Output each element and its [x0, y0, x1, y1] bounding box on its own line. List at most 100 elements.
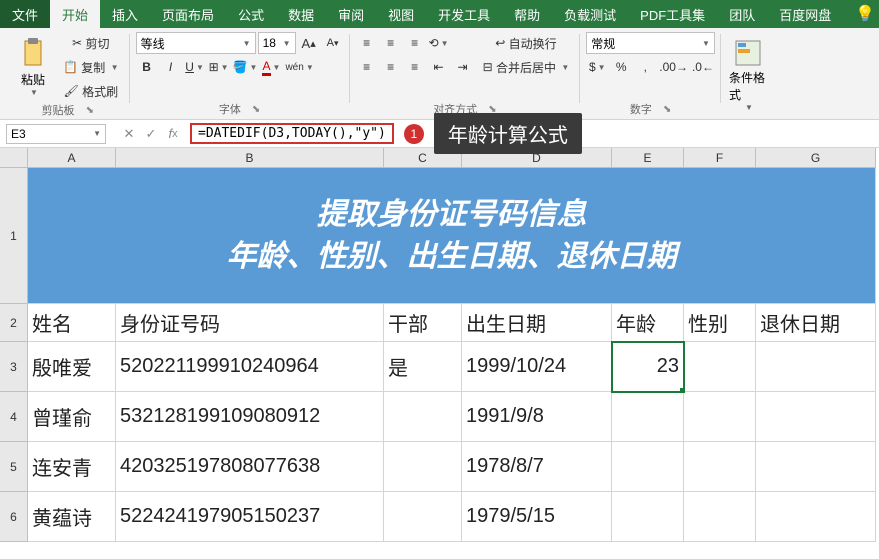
italic-button[interactable]: I: [160, 56, 182, 78]
cell-C5[interactable]: [384, 442, 462, 492]
phonetic-button[interactable]: wén▼: [284, 56, 314, 78]
align-middle-button[interactable]: ≡: [380, 32, 402, 54]
paste-button[interactable]: 粘贴▼: [12, 32, 54, 102]
increase-indent-button[interactable]: ⇥: [452, 56, 474, 78]
name-box[interactable]: E3▼: [6, 124, 106, 144]
orientation-button[interactable]: ⟲▼: [428, 32, 450, 54]
row-header-3[interactable]: 3: [0, 342, 28, 392]
align-top-button[interactable]: ≡: [356, 32, 378, 54]
cell-F3[interactable]: [684, 342, 756, 392]
row-header-5[interactable]: 5: [0, 442, 28, 492]
cell-D4[interactable]: 1991/9/8: [462, 392, 612, 442]
tab-help[interactable]: 帮助: [502, 0, 552, 28]
tab-insert[interactable]: 插入: [100, 0, 150, 28]
copy-button[interactable]: 📋 复制 ▼: [58, 56, 124, 78]
tab-loadtest[interactable]: 负载测试: [552, 0, 628, 28]
cell-E5[interactable]: [612, 442, 684, 492]
tab-file[interactable]: 文件: [0, 0, 50, 28]
cell-B5[interactable]: 420325197808077638: [116, 442, 384, 492]
fill-color-button[interactable]: 🪣▼: [232, 56, 259, 78]
format-painter-button[interactable]: 🖌 格式刷: [58, 80, 124, 102]
increase-font-button[interactable]: A▴: [298, 32, 320, 54]
row-header-2[interactable]: 2: [0, 304, 28, 342]
row-header-4[interactable]: 4: [0, 392, 28, 442]
font-name-combo[interactable]: 等线▼: [136, 32, 256, 54]
col-header-G[interactable]: G: [756, 148, 876, 168]
number-format-combo[interactable]: 常规▼: [586, 32, 715, 54]
currency-button[interactable]: $▼: [586, 56, 608, 78]
align-left-button[interactable]: ≡: [356, 56, 378, 78]
border-button[interactable]: ⊞▼: [208, 56, 230, 78]
align-bottom-button[interactable]: ≡: [404, 32, 426, 54]
accept-formula-button[interactable]: ✓: [142, 125, 160, 143]
tab-team[interactable]: 团队: [717, 0, 767, 28]
decrease-indent-button[interactable]: ⇤: [428, 56, 450, 78]
cell-G3[interactable]: [756, 342, 876, 392]
header-gender[interactable]: 性别: [684, 304, 756, 342]
col-header-A[interactable]: A: [28, 148, 116, 168]
insert-function-button[interactable]: fx: [164, 125, 182, 143]
tab-baidu[interactable]: 百度网盘: [767, 0, 843, 28]
tell-me-icon[interactable]: 💡: [851, 0, 879, 28]
cell-C3[interactable]: 是: [384, 342, 462, 392]
cell-G6[interactable]: [756, 492, 876, 542]
col-header-E[interactable]: E: [612, 148, 684, 168]
cell-A5[interactable]: 连安青: [28, 442, 116, 492]
cell-G4[interactable]: [756, 392, 876, 442]
tab-pdf[interactable]: PDF工具集: [628, 0, 717, 28]
cell-A3[interactable]: 殷唯爱: [28, 342, 116, 392]
cell-D5[interactable]: 1978/8/7: [462, 442, 612, 492]
cell-A6[interactable]: 黄蕴诗: [28, 492, 116, 542]
title-cell[interactable]: 提取身份证号码信息 年龄、性别、出生日期、退休日期: [28, 168, 876, 304]
cell-E6[interactable]: [612, 492, 684, 542]
tab-developer[interactable]: 开发工具: [426, 0, 502, 28]
formula-bar[interactable]: =DATEDIF(D3,TODAY(),"y") 1 年龄计算公式: [190, 120, 879, 148]
clipboard-expand-icon[interactable]: ⬊: [86, 105, 94, 116]
decrease-font-button[interactable]: A▾: [322, 32, 344, 54]
tab-home[interactable]: 开始: [50, 0, 100, 28]
align-center-button[interactable]: ≡: [380, 56, 402, 78]
cell-C4[interactable]: [384, 392, 462, 442]
tab-review[interactable]: 审阅: [326, 0, 376, 28]
merge-center-button[interactable]: ⊟ 合并后居中 ▼: [478, 56, 575, 78]
font-color-button[interactable]: A▼: [260, 56, 282, 78]
cell-D3[interactable]: 1999/10/24: [462, 342, 612, 392]
header-cadre[interactable]: 干部: [384, 304, 462, 342]
wrap-text-button[interactable]: ↩ 自动换行: [478, 32, 575, 54]
col-header-B[interactable]: B: [116, 148, 384, 168]
row-header-6[interactable]: 6: [0, 492, 28, 542]
select-all-corner[interactable]: [0, 148, 28, 168]
font-expand-icon[interactable]: ⬊: [252, 104, 260, 115]
cell-B3[interactable]: 520221199910240964: [116, 342, 384, 392]
comma-button[interactable]: ,: [634, 56, 656, 78]
tab-view[interactable]: 视图: [376, 0, 426, 28]
bold-button[interactable]: B: [136, 56, 158, 78]
underline-button[interactable]: U▼: [184, 56, 206, 78]
cell-E4[interactable]: [612, 392, 684, 442]
decrease-decimal-button[interactable]: .0←: [691, 56, 715, 78]
header-age[interactable]: 年龄: [612, 304, 684, 342]
cell-C6[interactable]: [384, 492, 462, 542]
cut-button[interactable]: ✂ 剪切: [58, 32, 124, 54]
cell-B6[interactable]: 522424197905150237: [116, 492, 384, 542]
cell-G5[interactable]: [756, 442, 876, 492]
conditional-format-button[interactable]: 条件格式▼: [727, 32, 769, 119]
tab-layout[interactable]: 页面布局: [150, 0, 226, 28]
cancel-formula-button[interactable]: ✕: [120, 125, 138, 143]
cell-F4[interactable]: [684, 392, 756, 442]
cell-F5[interactable]: [684, 442, 756, 492]
font-size-combo[interactable]: 18▼: [258, 32, 296, 54]
align-right-button[interactable]: ≡: [404, 56, 426, 78]
tab-data[interactable]: 数据: [276, 0, 326, 28]
header-retire[interactable]: 退休日期: [756, 304, 876, 342]
formula-input[interactable]: =DATEDIF(D3,TODAY(),"y"): [190, 123, 394, 144]
header-birth[interactable]: 出生日期: [462, 304, 612, 342]
percent-button[interactable]: %: [610, 56, 632, 78]
row-header-1[interactable]: 1: [0, 168, 28, 304]
header-id[interactable]: 身份证号码: [116, 304, 384, 342]
cell-F6[interactable]: [684, 492, 756, 542]
header-name[interactable]: 姓名: [28, 304, 116, 342]
tab-formulas[interactable]: 公式: [226, 0, 276, 28]
cell-B4[interactable]: 532128199109080912: [116, 392, 384, 442]
col-header-F[interactable]: F: [684, 148, 756, 168]
